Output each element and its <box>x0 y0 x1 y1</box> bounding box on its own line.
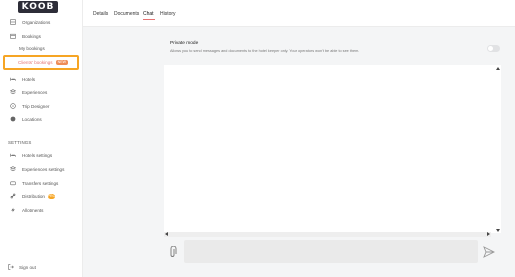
private-mode-description: Allows you to send messages and document… <box>170 49 360 53</box>
tab-details[interactable]: Details <box>93 11 108 17</box>
sidebar-item-label: Transfers settings <box>22 180 59 186</box>
scroll-left-arrow[interactable] <box>165 232 168 236</box>
message-input[interactable] <box>184 240 478 263</box>
sidebar-item-label: Trip Designer <box>22 103 50 109</box>
sidebar-item-label: Hotels settings <box>22 152 53 158</box>
message-composer <box>164 238 501 266</box>
tab-chat[interactable]: Chat <box>143 11 154 17</box>
link-icon <box>7 192 19 201</box>
layers-icon <box>7 165 19 174</box>
sidebar-item-locations[interactable]: Locations <box>0 113 83 125</box>
tab-bar: Details Documents Chat History <box>83 0 515 27</box>
scroll-right-arrow[interactable] <box>487 232 490 236</box>
sidebar-item-label: Locations <box>22 116 42 122</box>
private-mode-title: Private mode <box>170 41 199 46</box>
private-mode-section: Private mode Allows you to send messages… <box>170 41 500 59</box>
toggle-knob <box>488 46 493 51</box>
message-list[interactable] <box>164 65 501 233</box>
sidebar-item-label: Bookings <box>22 33 41 39</box>
lightning-icon <box>7 206 19 215</box>
sidebar-item-organizations[interactable]: Organizations <box>0 16 83 28</box>
bed-icon <box>7 151 19 160</box>
chat-panel: Private mode Allows you to send messages… <box>83 27 515 277</box>
scroll-down-arrow[interactable] <box>496 229 500 232</box>
globe-icon <box>7 115 19 124</box>
scroll-up-arrow[interactable] <box>496 67 500 70</box>
sidebar-item-experiences-settings[interactable]: Experiences settings <box>0 163 83 175</box>
sidebar-item-clients-bookings[interactable]: Clients' bookings NEW <box>3 55 79 70</box>
building-icon <box>7 18 19 27</box>
settings-section-label: SETTINGS <box>8 140 32 145</box>
sign-out-icon <box>8 264 14 270</box>
sidebar-item-trip-designer[interactable]: Trip Designer <box>0 100 83 112</box>
sidebar-item-hotels-settings[interactable]: Hotels settings <box>0 149 83 161</box>
tab-history[interactable]: History <box>160 11 176 17</box>
layers-icon <box>7 88 19 97</box>
sidebar-item-bookings[interactable]: Bookings <box>0 30 83 42</box>
private-mode-toggle[interactable] <box>487 45 500 52</box>
sidebar-item-label: My bookings <box>19 45 45 51</box>
bed-icon <box>7 75 19 84</box>
car-icon <box>7 179 19 188</box>
sidebar-item-allotments[interactable]: Allotments <box>0 204 83 216</box>
sidebar-item-hotels[interactable]: Hotels <box>0 73 83 85</box>
compass-icon <box>7 102 19 111</box>
sidebar-item-distribution[interactable]: Distribution PRO <box>0 190 83 202</box>
pro-badge: PRO <box>47 193 56 199</box>
active-tab-indicator <box>143 19 155 20</box>
tab-documents[interactable]: Documents <box>114 11 139 17</box>
sidebar-item-label: Hotels <box>22 76 36 82</box>
sign-out-button[interactable]: Sign out <box>8 264 36 270</box>
sidebar-item-label: Experiences settings <box>22 166 65 172</box>
calendar-icon <box>7 32 19 41</box>
logo-text: KOOB <box>21 2 55 12</box>
sidebar-item-transfers-settings[interactable]: Transfers settings <box>0 177 83 189</box>
sign-out-label: Sign out <box>19 264 36 270</box>
paperclip-icon[interactable] <box>169 246 177 258</box>
sidebar: KOOB Organizations Bookings My bookings … <box>0 0 83 277</box>
sidebar-item-label: Experiences <box>22 89 48 95</box>
new-badge: NEW <box>55 60 68 65</box>
sidebar-item-experiences[interactable]: Experiences <box>0 86 83 98</box>
sidebar-item-label: Organizations <box>22 19 51 25</box>
sidebar-item-label: Distribution <box>22 193 45 199</box>
sidebar-item-label: Allotments <box>22 207 44 213</box>
sidebar-item-label: Clients' bookings <box>18 60 53 65</box>
koob-logo[interactable]: KOOB <box>18 1 58 13</box>
horizontal-scrollbar[interactable] <box>164 232 491 237</box>
sidebar-item-my-bookings[interactable]: My bookings <box>0 42 83 54</box>
send-icon[interactable] <box>483 246 495 258</box>
